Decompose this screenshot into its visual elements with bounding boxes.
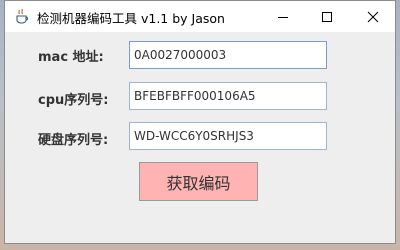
mac-address-field[interactable]: 0A0027000003 <box>129 41 327 69</box>
window-title: 检测机器编码工具 v1.1 by Jason <box>37 11 225 26</box>
app-window: 检测机器编码工具 v1.1 by Jason mac 地址: 0A0027000… <box>4 0 396 244</box>
get-code-button[interactable]: 获取编码 <box>139 162 258 201</box>
minimize-button[interactable] <box>261 1 305 32</box>
title-bar[interactable]: 检测机器编码工具 v1.1 by Jason <box>5 1 395 32</box>
maximize-button[interactable] <box>305 1 349 32</box>
close-button[interactable] <box>351 1 395 32</box>
mac-address-label: mac 地址: <box>38 50 104 65</box>
java-cup-icon <box>14 8 30 24</box>
cpu-serial-label: cpu序列号: <box>38 93 109 108</box>
form-panel: mac 地址: 0A0027000003 cpu序列号: BFEBFBFF000… <box>5 32 395 243</box>
disk-serial-field[interactable]: WD-WCC6Y0SRHJS3 <box>129 122 327 150</box>
close-icon <box>367 11 379 22</box>
maximize-icon <box>322 11 332 22</box>
minimize-icon <box>278 16 288 18</box>
disk-serial-label: 硬盘序列号: <box>38 133 109 148</box>
cpu-serial-field[interactable]: BFEBFBFF000106A5 <box>129 82 327 110</box>
